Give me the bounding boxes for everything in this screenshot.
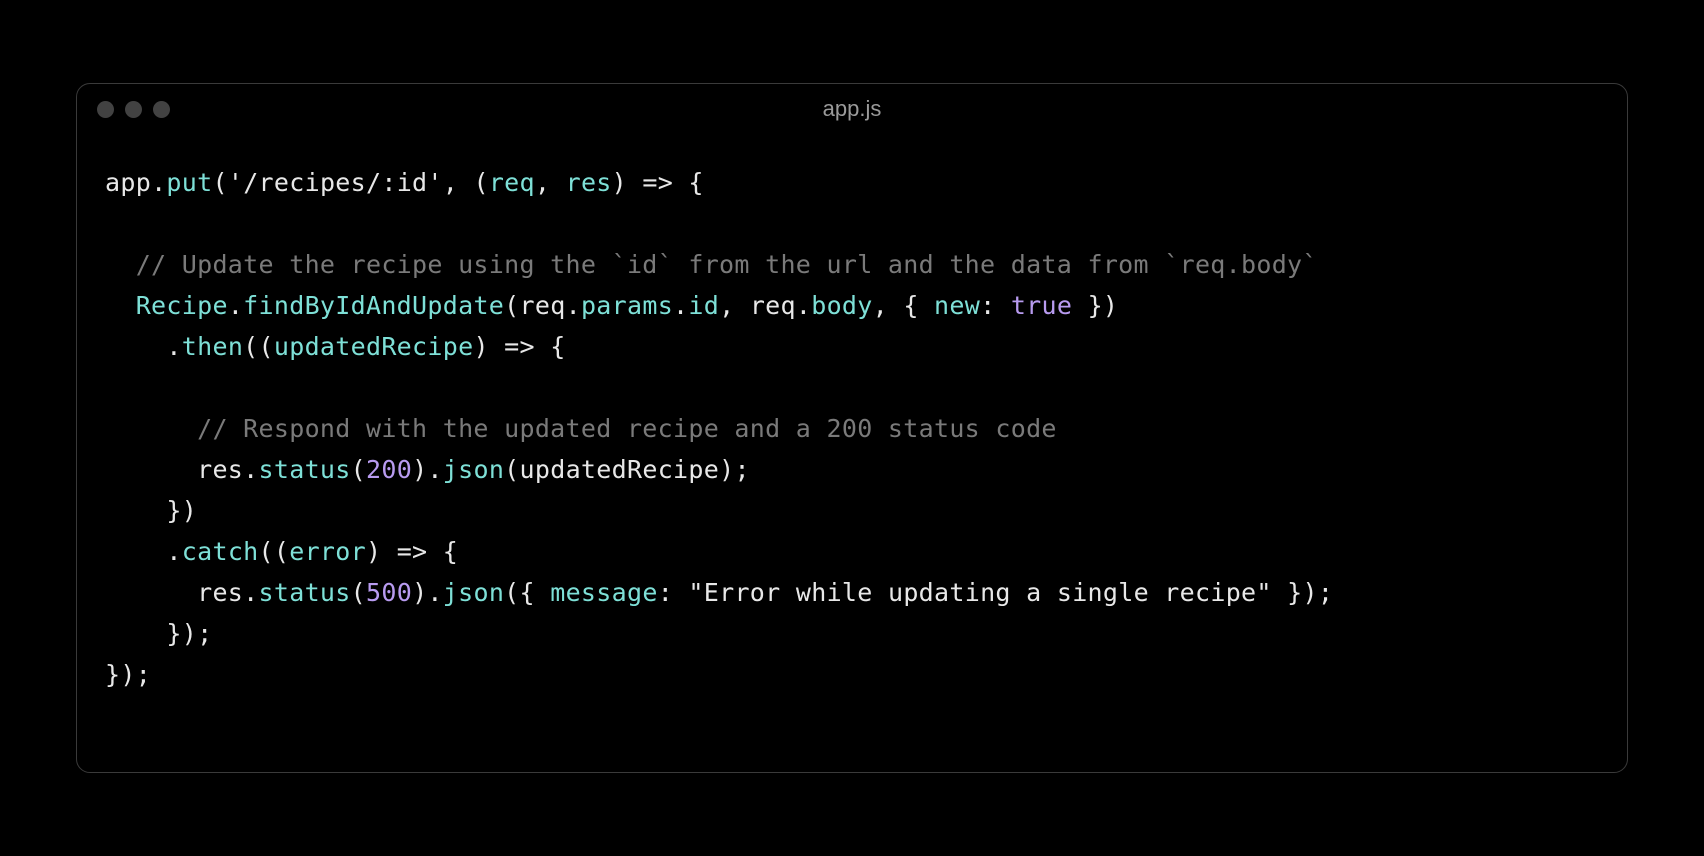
token-indent11 xyxy=(105,578,197,607)
maximize-button[interactable] xyxy=(153,101,170,118)
token-500: 500 xyxy=(366,578,412,607)
token-updated-recipe8: updatedRecipe xyxy=(520,455,720,484)
token-200: 200 xyxy=(366,455,412,484)
token-id: id xyxy=(688,291,719,320)
token-req4: req xyxy=(520,291,566,320)
token-put: put xyxy=(166,168,212,197)
token-arrow: => { xyxy=(627,168,704,197)
token-params: params xyxy=(581,291,673,320)
token-new: new xyxy=(934,291,980,320)
token-req: req xyxy=(489,168,535,197)
token-indent8 xyxy=(105,455,197,484)
token-res: res xyxy=(566,168,612,197)
token-route: '/recipes/:id' xyxy=(228,168,443,197)
token-indent10: . xyxy=(105,537,182,566)
code-line-12: }); xyxy=(105,613,1599,654)
code-line-10: .catch((error) => { xyxy=(105,531,1599,572)
code-editor-window: app.js app.put('/recipes/:id', (req, res… xyxy=(76,83,1628,773)
token-findbyid: findByIdAndUpdate xyxy=(243,291,504,320)
code-line-9: }) xyxy=(105,490,1599,531)
file-name: app.js xyxy=(823,96,882,122)
code-line-6 xyxy=(105,367,1599,408)
title-bar: app.js xyxy=(77,84,1627,134)
code-line-7: // Respond with the updated recipe and a… xyxy=(105,408,1599,449)
code-line-8: res.status(200).json(updatedRecipe); xyxy=(105,449,1599,490)
code-line-4: Recipe.findByIdAndUpdate(req.params.id, … xyxy=(105,285,1599,326)
token-close12: }); xyxy=(105,619,212,648)
code-line-1: app.put('/recipes/:id', (req, res) => { xyxy=(105,162,1599,203)
code-line-5: .then((updatedRecipe) => { xyxy=(105,326,1599,367)
token-req4b: req xyxy=(750,291,796,320)
token-body: body xyxy=(811,291,872,320)
code-line-13: }); xyxy=(105,654,1599,695)
token-close13: }); xyxy=(105,660,151,689)
token-catch: catch xyxy=(182,537,259,566)
token-error: error xyxy=(289,537,366,566)
token-arrow10: ) => { xyxy=(366,537,458,566)
token-status8: status xyxy=(259,455,351,484)
close-button[interactable] xyxy=(97,101,114,118)
token-app: app xyxy=(105,168,151,197)
code-line-2 xyxy=(105,203,1599,244)
token-then: then xyxy=(182,332,243,361)
minimize-button[interactable] xyxy=(125,101,142,118)
token-recipe-class: Recipe xyxy=(136,291,228,320)
token-true: true xyxy=(1011,291,1072,320)
token-json11: json xyxy=(443,578,504,607)
code-area[interactable]: app.put('/recipes/:id', (req, res) => { … xyxy=(77,134,1627,772)
token-comment: // Update the recipe using the `id` from… xyxy=(105,250,1318,279)
token-error-text: "Error while updating a single recipe" xyxy=(688,578,1271,607)
token-res8: res xyxy=(197,455,243,484)
token-updated-recipe: updatedRecipe xyxy=(274,332,474,361)
token-indent5: . xyxy=(105,332,182,361)
traffic-lights xyxy=(97,101,170,118)
token-message: message xyxy=(550,578,657,607)
token-json8: json xyxy=(443,455,504,484)
token-close9: }) xyxy=(105,496,197,525)
code-line-3: // Update the recipe using the `id` from… xyxy=(105,244,1599,285)
token-arrow5: ) => { xyxy=(473,332,565,361)
code-line-11: res.status(500).json({ message: "Error w… xyxy=(105,572,1599,613)
token-indent xyxy=(105,291,136,320)
token-res11: res xyxy=(197,578,243,607)
token-comment7: // Respond with the updated recipe and a… xyxy=(105,414,1057,443)
token-status11: status xyxy=(259,578,351,607)
